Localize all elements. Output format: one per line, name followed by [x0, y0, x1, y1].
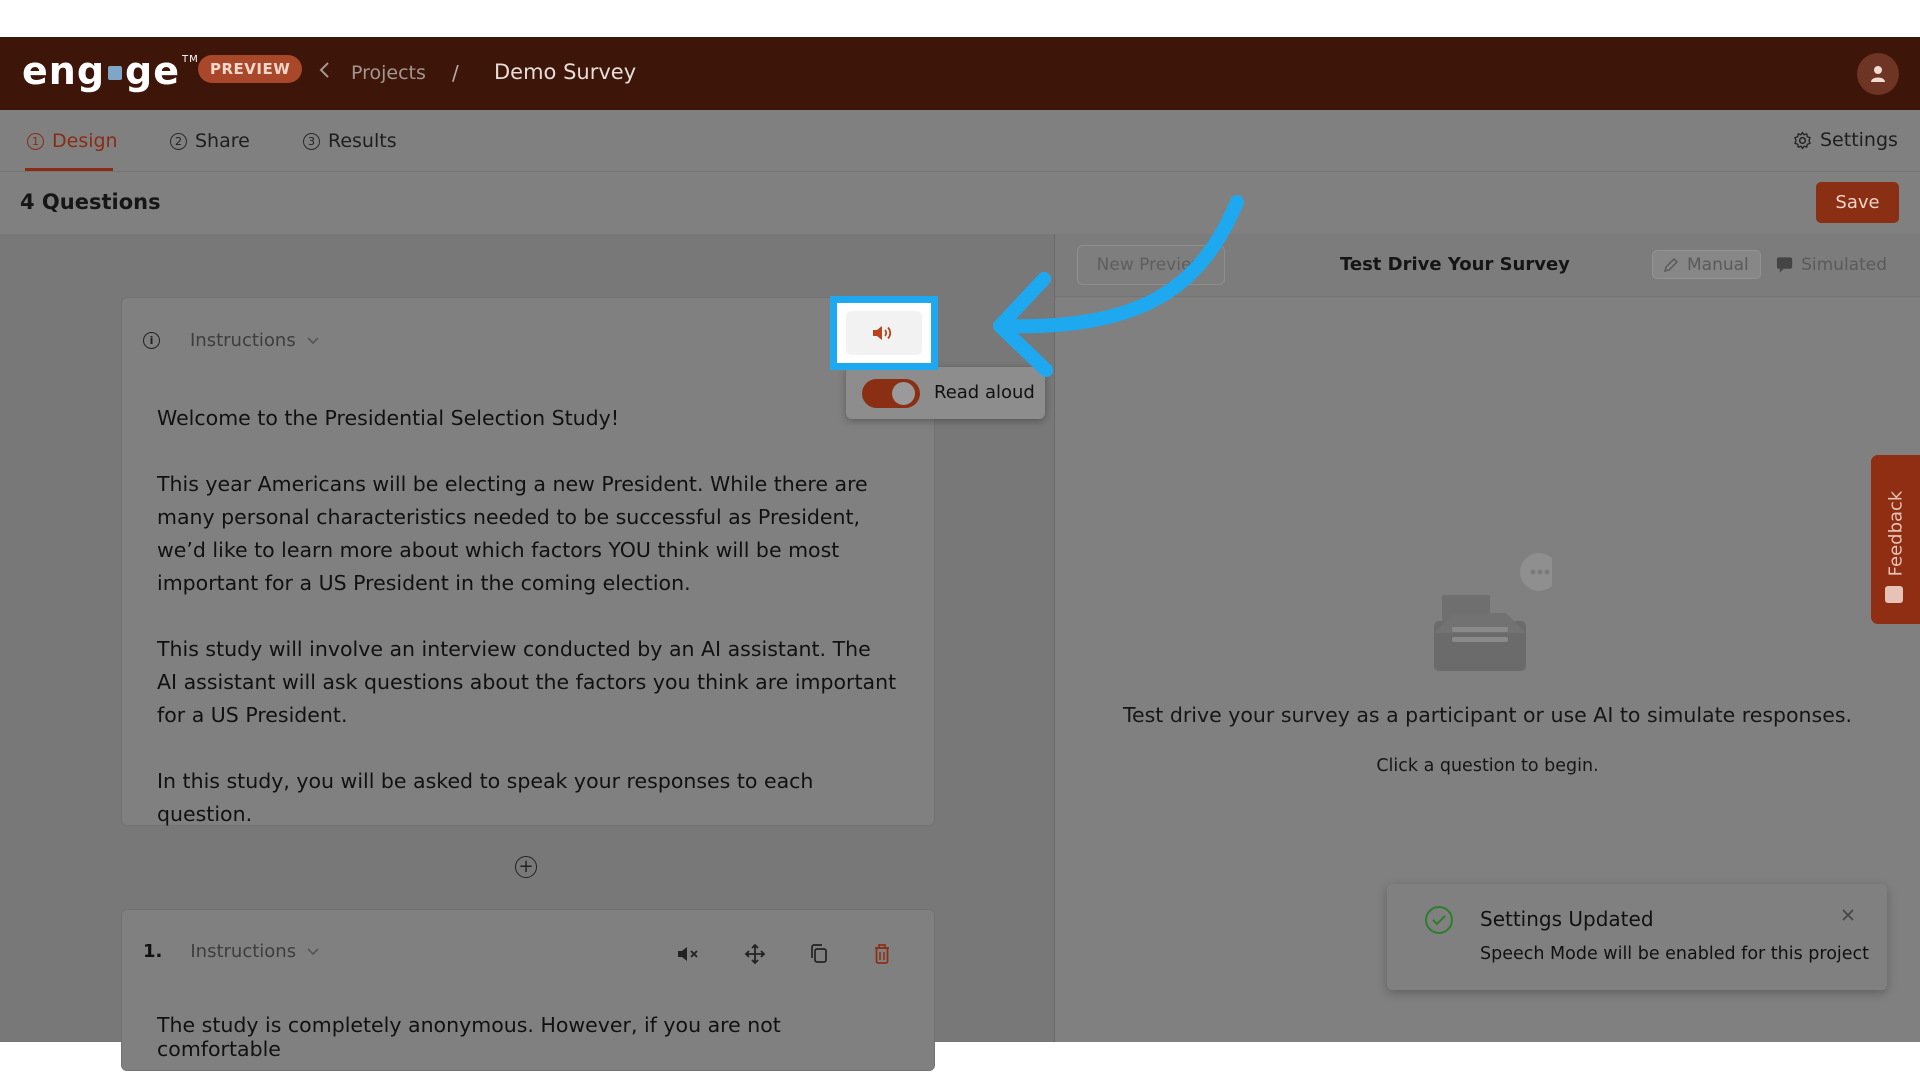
instructions-paragraph: In this study, you will be asked to spea…	[157, 769, 814, 826]
toast-notification	[1387, 884, 1887, 990]
questions-toolbar	[0, 172, 1920, 235]
chevron-down-icon[interactable]	[306, 947, 320, 957]
preview-title: Test Drive Your Survey	[1340, 254, 1570, 275]
simulated-label: Simulated	[1801, 254, 1887, 275]
new-preview-button[interactable]: New Preview	[1077, 245, 1225, 285]
mute-speaker-icon[interactable]	[675, 941, 701, 967]
pencil-icon	[1663, 257, 1679, 272]
toggle-knob	[892, 382, 915, 405]
tab-design-label: Design	[52, 130, 118, 152]
instructions-paragraph: Welcome to the Presidential Selection St…	[157, 406, 620, 430]
plus-icon: +	[518, 856, 534, 877]
back-chevron-icon[interactable]	[318, 60, 332, 86]
instructions-card-header: i Instructions	[143, 330, 320, 351]
feedback-label: Feedback	[1885, 490, 1907, 576]
settings-button[interactable]: Settings	[1793, 129, 1898, 151]
toast-message: Speech Mode will be enabled for this pro…	[1480, 944, 1870, 964]
copy-icon[interactable]	[806, 941, 832, 967]
speaker-button[interactable]	[846, 311, 922, 355]
user-icon	[1871, 66, 1885, 82]
engage-logo[interactable]: eng ge TM	[22, 49, 199, 93]
preview-badge: PREVIEW	[198, 55, 303, 83]
info-icon: i	[143, 332, 160, 349]
tab-results[interactable]: 3 Results	[303, 130, 397, 152]
step-number-icon: 1	[27, 132, 44, 150]
questions-count: 4 Questions	[20, 190, 161, 214]
active-tab-underline	[25, 168, 113, 171]
question-number: 1.	[143, 941, 163, 962]
step-number-icon: 3	[303, 132, 320, 150]
preview-empty-hint: Click a question to begin.	[1376, 756, 1599, 776]
tab-design[interactable]: 1 Design	[27, 130, 118, 152]
check-circle-icon	[1425, 906, 1453, 934]
trash-icon[interactable]	[869, 941, 895, 967]
close-icon[interactable]	[1841, 906, 1855, 927]
move-icon[interactable]	[742, 941, 768, 967]
empty-inbox-illustration	[1432, 553, 1558, 687]
save-button[interactable]: Save	[1816, 182, 1899, 223]
instructions-text[interactable]: Welcome to the Presidential Selection St…	[157, 402, 897, 864]
question-card-header: 1. Instructions	[143, 941, 320, 962]
manual-mode-toggle[interactable]: Manual	[1652, 250, 1761, 279]
tab-results-label: Results	[328, 130, 397, 152]
breadcrumb-current-project: Demo Survey	[494, 60, 637, 84]
user-avatar[interactable]	[1857, 53, 1899, 95]
question-type-label: Instructions	[190, 330, 296, 351]
manual-label: Manual	[1687, 254, 1749, 275]
question-type-label: Instructions	[190, 941, 297, 962]
chat-icon	[1776, 256, 1793, 273]
question-text[interactable]: The study is completely anonymous. Howev…	[157, 1013, 897, 1061]
speaker-icon	[873, 326, 892, 340]
instructions-paragraph: This study will involve an interview con…	[157, 637, 897, 727]
chevron-down-icon[interactable]	[306, 336, 320, 346]
tabs-row	[0, 110, 1920, 172]
read-aloud-label: Read aloud	[934, 382, 1035, 403]
instructions-paragraph: This year Americans will be electing a n…	[157, 472, 868, 595]
toast-title: Settings Updated	[1480, 907, 1654, 931]
simulated-mode-toggle[interactable]: Simulated	[1766, 250, 1897, 279]
gear-icon	[1794, 131, 1811, 149]
feedback-icon	[1885, 586, 1903, 603]
preview-empty-message: Test drive your survey as a participant …	[1122, 703, 1853, 727]
settings-label: Settings	[1820, 129, 1898, 151]
step-number-icon: 2	[170, 132, 187, 150]
add-question-button[interactable]: +	[515, 856, 537, 878]
tab-share-label: Share	[195, 130, 250, 152]
breadcrumb-projects-link[interactable]: Projects	[351, 62, 426, 84]
tab-share[interactable]: 2 Share	[170, 130, 250, 152]
breadcrumb-separator: /	[452, 61, 459, 85]
